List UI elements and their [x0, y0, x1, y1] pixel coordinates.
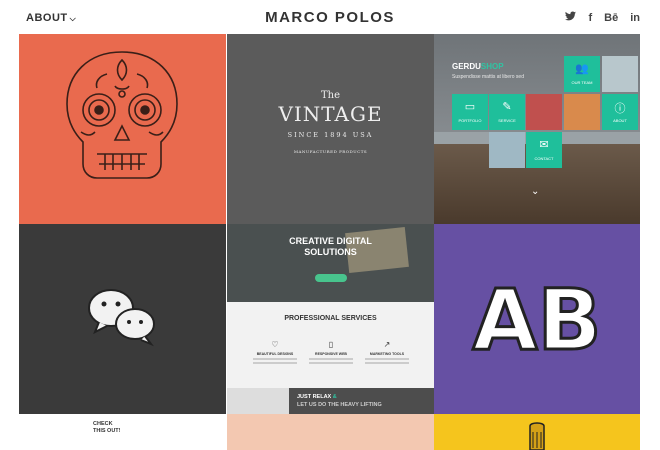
relax-banner: JUST RELAX & LET US DO THE HEAVY LIFTING: [289, 388, 434, 414]
portfolio-item-yellow[interactable]: [434, 414, 640, 450]
monitor-icon: ▭: [464, 101, 476, 113]
contact-tile[interactable]: ✉ CONTACT: [526, 132, 562, 168]
our-team-tile[interactable]: 👥 OUR TEAM: [564, 56, 600, 92]
team-icon: 👥: [575, 63, 589, 75]
vintage-title: VINTAGE: [278, 102, 383, 126]
creative-title-2: SOLUTIONS: [304, 247, 357, 257]
relax-image: [227, 388, 289, 414]
chart-icon: ↗: [383, 340, 391, 349]
pen-icon: ✎: [502, 101, 512, 113]
tile-photo: [602, 56, 638, 92]
site-header: ABOUT ⌵ MARCO POLOS f Bē in: [0, 0, 660, 34]
services-title: PROFESSIONAL SERVICES: [284, 315, 377, 322]
gerdu-brand: GERDUSHOP: [452, 62, 504, 71]
mail-icon: ✉: [539, 139, 549, 151]
chevron-down-icon[interactable]: ⌄: [531, 186, 539, 197]
chat-bubbles-icon: [88, 289, 155, 347]
mobile-icon: ▯: [328, 340, 334, 349]
professional-services: PROFESSIONAL SERVICES ♡ BEAUTIFUL DESIGNS…: [227, 302, 434, 388]
portfolio-grid: The VINTAGE SINCE 1894 USA MANUFACTURED …: [19, 34, 640, 450]
service-tile[interactable]: ✎ SERVICE: [489, 94, 525, 130]
portfolio-item-lettering[interactable]: AB: [434, 224, 640, 414]
portfolio-tile[interactable]: ▭ PORTFOLIO: [452, 94, 488, 130]
facebook-icon[interactable]: f: [588, 12, 592, 24]
heart-icon: ♡: [271, 340, 279, 349]
about-tile[interactable]: ⓘ ABOUT: [602, 94, 638, 130]
sugar-skull-illustration: [66, 51, 178, 179]
twitter-icon[interactable]: [565, 11, 577, 24]
social-links: f Bē in: [565, 11, 640, 24]
portfolio-item-check[interactable]: CHECK THIS OUT!: [19, 414, 226, 450]
vintage-products: MANUFACTURED PRODUCTS: [293, 149, 368, 154]
creative-title-1: CREATIVE DIGITAL: [289, 236, 372, 246]
portfolio-item-gerdu[interactable]: GERDUSHOP Suspendisse mattis at libero s…: [434, 34, 640, 224]
site-title[interactable]: MARCO POLOS: [0, 9, 660, 26]
portfolio-item-creative[interactable]: CREATIVE DIGITAL SOLUTIONS PROFESSIONAL …: [227, 224, 434, 414]
service-item: ♡ BEAUTIFUL DESIGNS: [245, 340, 305, 364]
portfolio-item-peach[interactable]: [227, 414, 434, 450]
illustration: [529, 422, 545, 450]
portfolio-item-chat[interactable]: [19, 224, 226, 414]
relax-heading: JUST RELAX &: [297, 394, 337, 400]
tile-photo: [526, 94, 562, 130]
ab-lettering: AB: [471, 270, 603, 371]
portfolio-item-vintage[interactable]: The VINTAGE SINCE 1894 USA MANUFACTURED …: [227, 34, 434, 224]
gerdu-tagline: Suspendisse mattis at libero sed: [452, 74, 524, 80]
info-icon: ⓘ: [614, 103, 626, 115]
svg-text:AB: AB: [472, 271, 601, 369]
creative-cta-button[interactable]: [315, 274, 347, 282]
relax-subheading: LET US DO THE HEAVY LIFTING: [297, 402, 382, 408]
check-this-out: CHECK THIS OUT!: [93, 421, 121, 434]
service-item: ↗ MARKETING TOOLS: [357, 340, 417, 364]
tile-photo: [564, 94, 600, 130]
service-item: ▯ RESPONSIVE WEB: [301, 340, 361, 364]
linkedin-icon[interactable]: in: [630, 12, 640, 24]
vintage-since: SINCE 1894 USA: [287, 131, 374, 139]
portfolio-item-sugar-skull[interactable]: [19, 34, 226, 224]
vintage-the: The: [320, 90, 341, 101]
tile-photo: [489, 132, 525, 168]
behance-icon[interactable]: Bē: [604, 12, 618, 24]
